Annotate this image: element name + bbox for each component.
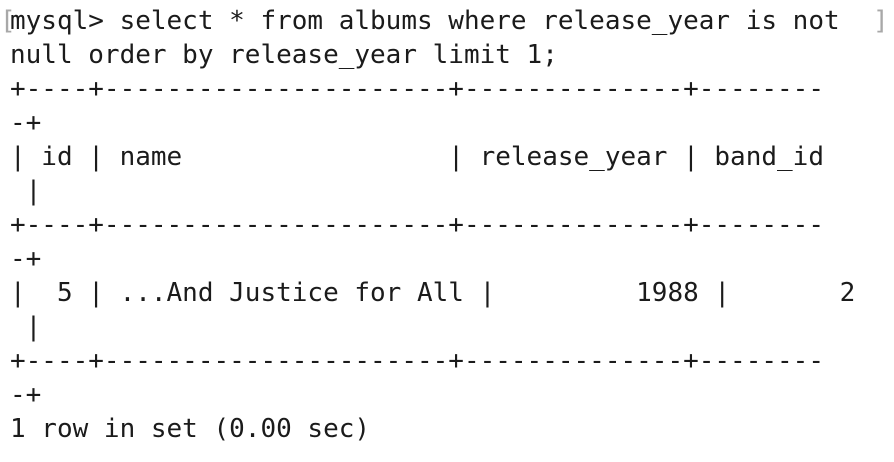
query-status: 1 row in set (0.00 sec): [10, 414, 371, 444]
table-border-middle: +----+----------------------+-----------…: [10, 210, 824, 240]
command-line-2: null order by release_year limit 1;: [10, 40, 558, 70]
table-border-top-wrap: -+: [10, 108, 42, 138]
table-header-row-wrap: |: [10, 176, 42, 206]
terminal-output: mysql> select * from albums where releas…: [10, 4, 894, 446]
table-border-bottom: +----+----------------------+-----------…: [10, 346, 824, 376]
table-border-top: +----+----------------------+-----------…: [10, 74, 824, 104]
table-border-bottom-wrap: -+: [10, 380, 42, 410]
table-row-wrap: |: [10, 312, 42, 342]
command-line-1: mysql> select * from albums where releas…: [10, 6, 840, 36]
table-row: | 5 | ...And Justice for All | 1988 | 2: [10, 278, 856, 308]
table-header-row: | id | name | release_year | band_id: [10, 142, 824, 172]
terminal-window[interactable]: [ ] mysql> select * from albums where re…: [0, 0, 894, 462]
table-border-middle-wrap: -+: [10, 244, 42, 274]
